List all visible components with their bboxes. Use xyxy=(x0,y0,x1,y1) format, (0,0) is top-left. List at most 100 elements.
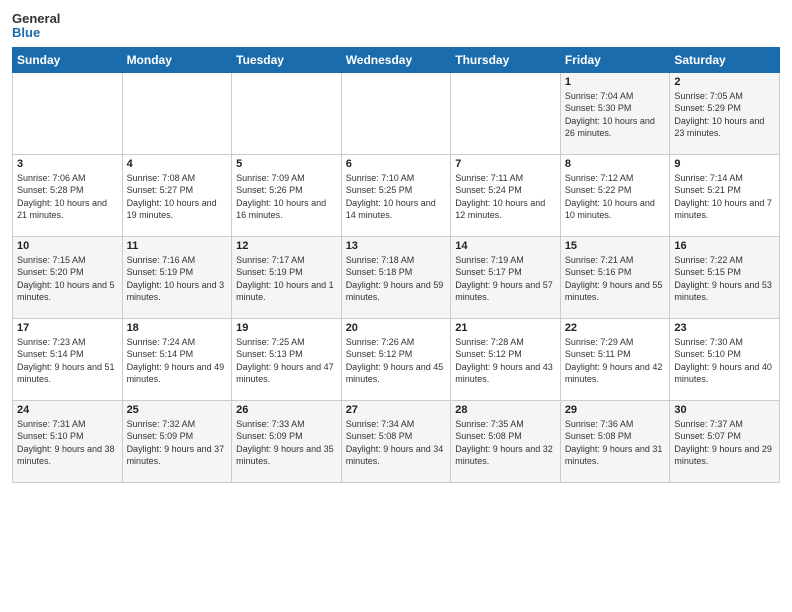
day-number: 8 xyxy=(565,158,666,170)
weekday-header-thursday: Thursday xyxy=(451,47,561,72)
day-info: Sunrise: 7:11 AM Sunset: 5:24 PM Dayligh… xyxy=(455,172,556,222)
day-number: 18 xyxy=(127,322,228,334)
day-cell: 20 Sunrise: 7:26 AM Sunset: 5:12 PM Dayli… xyxy=(341,318,451,400)
weekday-header-friday: Friday xyxy=(560,47,670,72)
day-info: Sunrise: 7:33 AM Sunset: 5:09 PM Dayligh… xyxy=(236,418,337,468)
day-cell: 21 Sunrise: 7:28 AM Sunset: 5:12 PM Dayli… xyxy=(451,318,561,400)
day-number: 19 xyxy=(236,322,337,334)
day-cell: 2 Sunrise: 7:05 AM Sunset: 5:29 PM Daylig… xyxy=(670,72,780,154)
day-cell: 28 Sunrise: 7:35 AM Sunset: 5:08 PM Dayli… xyxy=(451,400,561,482)
day-cell: 27Sunrise: 7:34 AM Sunset: 5:08 PM Dayli… xyxy=(341,400,451,482)
day-number: 1 xyxy=(565,76,666,88)
day-info: Sunrise: 7:10 AM Sunset: 5:25 PM Dayligh… xyxy=(346,172,447,222)
day-cell: 23Sunrise: 7:30 AM Sunset: 5:10 PM Dayli… xyxy=(670,318,780,400)
day-number: 11 xyxy=(127,240,228,252)
day-number: 20 xyxy=(346,322,447,334)
day-number: 12 xyxy=(236,240,337,252)
day-cell: 7Sunrise: 7:11 AM Sunset: 5:24 PM Daylig… xyxy=(451,154,561,236)
day-number: 28 xyxy=(455,404,556,416)
day-info: Sunrise: 7:08 AM Sunset: 5:27 PM Dayligh… xyxy=(127,172,228,222)
logo-blue: Blue xyxy=(12,26,60,40)
day-cell xyxy=(122,72,232,154)
day-info: Sunrise: 7:37 AM Sunset: 5:07 PM Dayligh… xyxy=(674,418,775,468)
day-cell: 19 Sunrise: 7:25 AM Sunset: 5:13 PM Dayli… xyxy=(232,318,342,400)
day-number: 2 xyxy=(674,76,775,88)
week-row-4: 17 Sunrise: 7:23 AM Sunset: 5:14 PM Dayli… xyxy=(13,318,780,400)
day-number: 15 xyxy=(565,240,666,252)
logo: General Blue General Blue xyxy=(12,10,60,41)
day-number: 4 xyxy=(127,158,228,170)
day-info: Sunrise: 7:17 AM Sunset: 5:19 PM Dayligh… xyxy=(236,254,337,304)
weekday-header-row: SundayMondayTuesdayWednesdayThursdayFrid… xyxy=(13,47,780,72)
day-number: 30 xyxy=(674,404,775,416)
day-number: 13 xyxy=(346,240,447,252)
day-cell: 10Sunrise: 7:15 AM Sunset: 5:20 PM Dayli… xyxy=(13,236,123,318)
day-info: Sunrise: 7:19 AM Sunset: 5:17 PM Dayligh… xyxy=(455,254,556,304)
day-cell: 9Sunrise: 7:14 AM Sunset: 5:21 PM Daylig… xyxy=(670,154,780,236)
day-cell: 17 Sunrise: 7:23 AM Sunset: 5:14 PM Dayli… xyxy=(13,318,123,400)
day-info: Sunrise: 7:26 AM Sunset: 5:12 PM Dayligh… xyxy=(346,336,447,386)
day-number: 3 xyxy=(17,158,118,170)
day-info: Sunrise: 7:32 AM Sunset: 5:09 PM Dayligh… xyxy=(127,418,228,468)
weekday-header-tuesday: Tuesday xyxy=(232,47,342,72)
day-number: 29 xyxy=(565,404,666,416)
day-info: Sunrise: 7:04 AM Sunset: 5:30 PM Dayligh… xyxy=(565,90,666,140)
day-info: Sunrise: 7:35 AM Sunset: 5:08 PM Dayligh… xyxy=(455,418,556,468)
day-cell: 11 Sunrise: 7:16 AM Sunset: 5:19 PM Dayli… xyxy=(122,236,232,318)
day-info: Sunrise: 7:34 AM Sunset: 5:08 PM Dayligh… xyxy=(346,418,447,468)
calendar-container: General Blue General Blue SundayMondayTu… xyxy=(0,0,792,491)
day-number: 25 xyxy=(127,404,228,416)
day-info: Sunrise: 7:36 AM Sunset: 5:08 PM Dayligh… xyxy=(565,418,666,468)
day-cell: 3 Sunrise: 7:06 AM Sunset: 5:28 PM Daylig… xyxy=(13,154,123,236)
day-cell: 15 Sunrise: 7:21 AM Sunset: 5:16 PM Dayli… xyxy=(560,236,670,318)
weekday-header-wednesday: Wednesday xyxy=(341,47,451,72)
day-info: Sunrise: 7:29 AM Sunset: 5:11 PM Dayligh… xyxy=(565,336,666,386)
weekday-header-monday: Monday xyxy=(122,47,232,72)
day-cell xyxy=(13,72,123,154)
header: General Blue General Blue xyxy=(12,10,780,41)
day-info: Sunrise: 7:25 AM Sunset: 5:13 PM Dayligh… xyxy=(236,336,337,386)
day-cell: 13Sunrise: 7:18 AM Sunset: 5:18 PM Dayli… xyxy=(341,236,451,318)
day-info: Sunrise: 7:23 AM Sunset: 5:14 PM Dayligh… xyxy=(17,336,118,386)
day-cell: 8 Sunrise: 7:12 AM Sunset: 5:22 PM Daylig… xyxy=(560,154,670,236)
day-info: Sunrise: 7:05 AM Sunset: 5:29 PM Dayligh… xyxy=(674,90,775,140)
day-info: Sunrise: 7:16 AM Sunset: 5:19 PM Dayligh… xyxy=(127,254,228,304)
day-info: Sunrise: 7:24 AM Sunset: 5:14 PM Dayligh… xyxy=(127,336,228,386)
day-cell: 18 Sunrise: 7:24 AM Sunset: 5:14 PM Dayli… xyxy=(122,318,232,400)
day-info: Sunrise: 7:12 AM Sunset: 5:22 PM Dayligh… xyxy=(565,172,666,222)
day-info: Sunrise: 7:06 AM Sunset: 5:28 PM Dayligh… xyxy=(17,172,118,222)
week-row-3: 10Sunrise: 7:15 AM Sunset: 5:20 PM Dayli… xyxy=(13,236,780,318)
day-cell xyxy=(451,72,561,154)
day-number: 16 xyxy=(674,240,775,252)
week-row-2: 3 Sunrise: 7:06 AM Sunset: 5:28 PM Daylig… xyxy=(13,154,780,236)
day-number: 6 xyxy=(346,158,447,170)
day-cell: 1 Sunrise: 7:04 AM Sunset: 5:30 PM Daylig… xyxy=(560,72,670,154)
day-info: Sunrise: 7:22 AM Sunset: 5:15 PM Dayligh… xyxy=(674,254,775,304)
day-cell: 5 Sunrise: 7:09 AM Sunset: 5:26 PM Daylig… xyxy=(232,154,342,236)
day-info: Sunrise: 7:28 AM Sunset: 5:12 PM Dayligh… xyxy=(455,336,556,386)
day-cell xyxy=(232,72,342,154)
day-cell: 25 Sunrise: 7:32 AM Sunset: 5:09 PM Dayli… xyxy=(122,400,232,482)
day-number: 21 xyxy=(455,322,556,334)
logo-general: General xyxy=(12,12,60,26)
day-number: 26 xyxy=(236,404,337,416)
day-info: Sunrise: 7:14 AM Sunset: 5:21 PM Dayligh… xyxy=(674,172,775,222)
day-cell: 4 Sunrise: 7:08 AM Sunset: 5:27 PM Daylig… xyxy=(122,154,232,236)
day-number: 17 xyxy=(17,322,118,334)
day-cell: 22Sunrise: 7:29 AM Sunset: 5:11 PM Dayli… xyxy=(560,318,670,400)
day-cell: 24Sunrise: 7:31 AM Sunset: 5:10 PM Dayli… xyxy=(13,400,123,482)
day-cell: 29 Sunrise: 7:36 AM Sunset: 5:08 PM Dayli… xyxy=(560,400,670,482)
day-number: 5 xyxy=(236,158,337,170)
day-number: 23 xyxy=(674,322,775,334)
day-info: Sunrise: 7:09 AM Sunset: 5:26 PM Dayligh… xyxy=(236,172,337,222)
day-cell: 16 Sunrise: 7:22 AM Sunset: 5:15 PM Dayli… xyxy=(670,236,780,318)
day-info: Sunrise: 7:21 AM Sunset: 5:16 PM Dayligh… xyxy=(565,254,666,304)
day-cell: 6 Sunrise: 7:10 AM Sunset: 5:25 PM Daylig… xyxy=(341,154,451,236)
day-cell xyxy=(341,72,451,154)
weekday-header-saturday: Saturday xyxy=(670,47,780,72)
day-cell: 14 Sunrise: 7:19 AM Sunset: 5:17 PM Dayli… xyxy=(451,236,561,318)
week-row-5: 24Sunrise: 7:31 AM Sunset: 5:10 PM Dayli… xyxy=(13,400,780,482)
day-number: 14 xyxy=(455,240,556,252)
day-cell: 26 Sunrise: 7:33 AM Sunset: 5:09 PM Dayli… xyxy=(232,400,342,482)
day-cell: 12 Sunrise: 7:17 AM Sunset: 5:19 PM Dayli… xyxy=(232,236,342,318)
